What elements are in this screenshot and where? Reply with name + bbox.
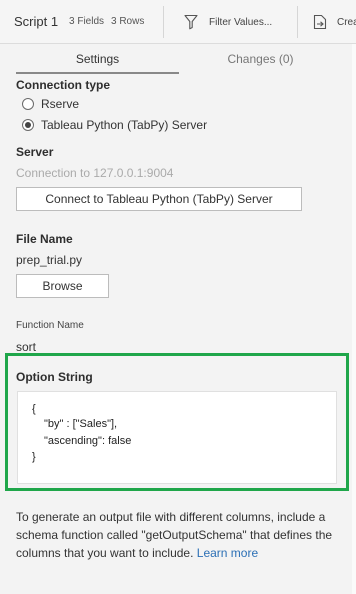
- code-line: "by" : ["Sales"],: [44, 418, 118, 430]
- rows-count: 3 Rows: [111, 16, 145, 27]
- radio-tabpy[interactable]: Tableau Python (TabPy) Server: [22, 117, 207, 133]
- help-body: To generate an output file with differen…: [16, 510, 333, 560]
- filter-icon: [184, 14, 198, 30]
- connect-tabpy-button[interactable]: Connect to Tableau Python (TabPy) Server: [16, 187, 302, 211]
- connection-type-heading: Connection type: [16, 78, 111, 92]
- function-name-heading: Function Name: [16, 320, 84, 331]
- tab-settings[interactable]: Settings: [16, 52, 179, 66]
- code-line: "ascending": false: [44, 435, 132, 447]
- settings-tabs: Settings Changes (0): [16, 50, 342, 76]
- filter-values-button[interactable]: Filter Values...: [184, 10, 272, 34]
- code-line: {: [32, 403, 36, 415]
- step-title[interactable]: Script 1: [14, 14, 58, 29]
- learn-more-link[interactable]: Learn more: [197, 546, 258, 560]
- file-name-value: prep_trial.py: [16, 253, 83, 267]
- radio-rserve-label: Rserve: [41, 97, 80, 111]
- schema-help-text: To generate an output file with differen…: [16, 508, 346, 562]
- radio-rserve[interactable]: Rserve: [22, 96, 79, 112]
- filter-values-label: Filter Values...: [209, 16, 273, 28]
- radio-button-checked[interactable]: [22, 119, 34, 131]
- step-header: Script 1 3 Fields 3 Rows Filter Values..…: [0, 0, 356, 44]
- create-label: Crea: [337, 16, 356, 28]
- header-divider: [163, 6, 164, 38]
- file-name-heading: File Name: [16, 232, 73, 246]
- scrollbar[interactable]: [352, 44, 356, 594]
- radio-button-unchecked[interactable]: [22, 98, 34, 110]
- active-tab-indicator: [16, 72, 179, 74]
- code-line: }: [32, 451, 36, 463]
- option-string-heading: Option String: [16, 370, 93, 384]
- browse-button[interactable]: Browse: [16, 274, 109, 298]
- radio-tabpy-label: Tableau Python (TabPy) Server: [41, 118, 208, 132]
- script-step-window: Script 1 3 Fields 3 Rows Filter Values..…: [0, 0, 356, 594]
- create-calculated-field-button[interactable]: Crea: [313, 10, 356, 34]
- fields-count: 3 Fields: [69, 16, 105, 27]
- tab-changes[interactable]: Changes (0): [179, 52, 342, 66]
- option-string-input[interactable]: { "by" : ["Sales"], "ascending": false }: [17, 391, 337, 484]
- calculated-field-icon: [313, 14, 327, 30]
- header-divider-2: [297, 6, 298, 38]
- server-connection-status: Connection to 127.0.0.1:9004: [16, 166, 174, 180]
- server-heading: Server: [16, 145, 54, 159]
- function-name-value[interactable]: sort: [16, 340, 36, 354]
